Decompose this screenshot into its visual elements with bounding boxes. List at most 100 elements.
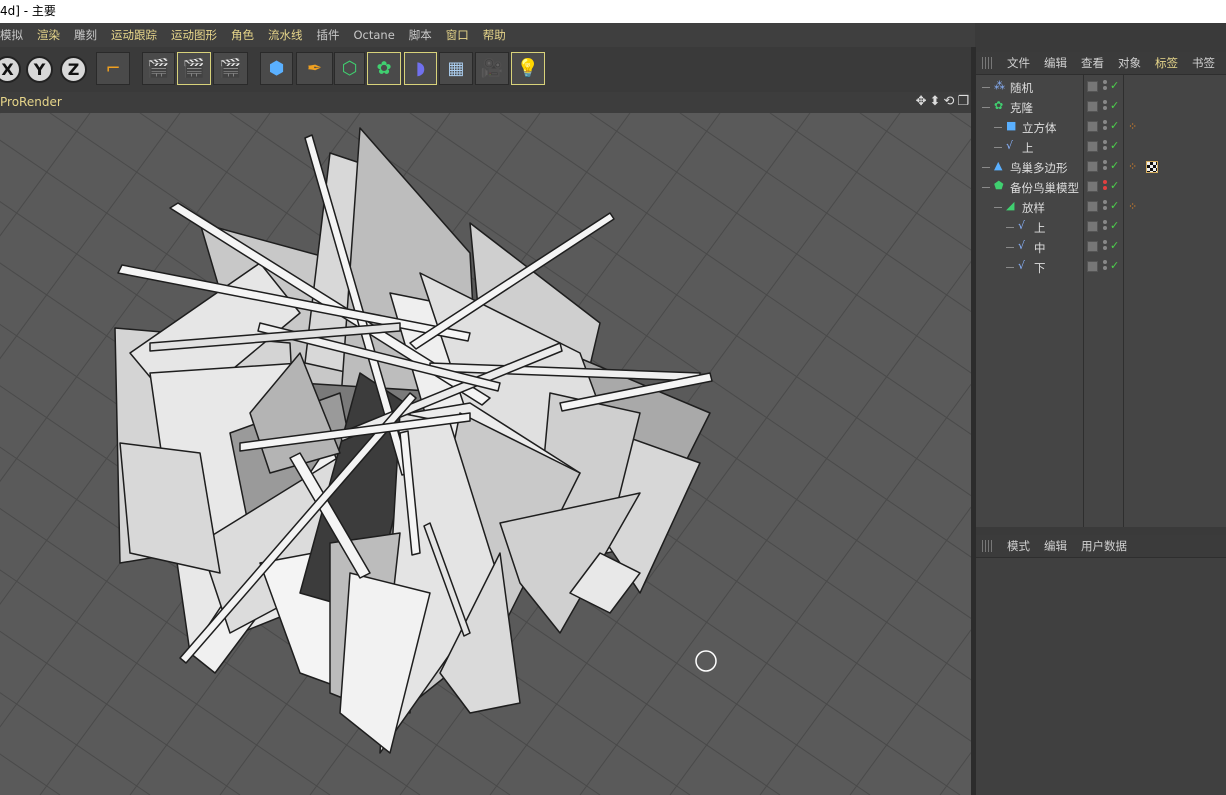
layer-toggle[interactable] — [1087, 201, 1098, 212]
visibility-dots[interactable] — [1103, 160, 1108, 174]
enabled-check-icon[interactable]: ✓ — [1110, 79, 1119, 92]
visibility-dots[interactable] — [1103, 200, 1108, 214]
axis-z-lock-button[interactable]: Z — [60, 56, 87, 83]
object-row[interactable]: ◢ 放样 ✓ ⁘ — [976, 197, 1226, 217]
texture-tag-icon[interactable] — [1146, 161, 1158, 173]
layer-toggle[interactable] — [1087, 161, 1098, 172]
menu-item-8[interactable]: Octane — [347, 28, 402, 42]
object-row[interactable]: ■ 立方体 ✓ ⁘ — [976, 117, 1226, 137]
layer-toggle[interactable] — [1087, 101, 1098, 112]
object-name[interactable]: 上 — [1022, 140, 1034, 156]
main-menu-bar: 模拟 渲染 雕刻 运动跟踪 运动图形 角色 流水线 插件 Octane 脚本 窗口 帮助 — [0, 23, 975, 47]
move-view-icon[interactable]: ✥ — [916, 94, 927, 109]
render-settings-icon[interactable]: 🎬 — [213, 52, 248, 85]
subdivision-icon[interactable]: ⬡ — [334, 52, 365, 85]
menu-item-5[interactable]: 角色 — [224, 27, 261, 43]
visibility-dots[interactable] — [1103, 140, 1108, 154]
menu-item-4[interactable]: 运动图形 — [164, 27, 224, 43]
cloner-icon[interactable]: ✿ — [367, 52, 401, 85]
object-row[interactable]: ⬟ 备份鸟巢模型 ✓ — [976, 177, 1226, 197]
camera-icon[interactable]: 🎥 — [475, 52, 509, 85]
menu-item-10[interactable]: 窗口 — [439, 27, 476, 43]
object-row[interactable]: √ 上 ✓ — [976, 137, 1226, 157]
object-row[interactable]: ▲ 鸟巢多边形 ✓ ⁘ — [976, 157, 1226, 177]
am-tab-0[interactable]: 模式 — [1000, 538, 1037, 554]
layer-toggle[interactable] — [1087, 241, 1098, 252]
object-row[interactable]: √ 中 ✓ — [976, 237, 1226, 257]
om-tab-2[interactable]: 查看 — [1074, 55, 1111, 71]
attribute-manager: 模式 编辑 用户数据 — [976, 535, 1226, 795]
layer-toggle[interactable] — [1087, 121, 1098, 132]
coordinate-system-icon[interactable]: ⌐ — [96, 52, 130, 85]
enabled-check-icon[interactable]: ✓ — [1110, 179, 1119, 192]
layer-toggle[interactable] — [1087, 221, 1098, 232]
menu-item-6[interactable]: 流水线 — [261, 27, 310, 43]
3d-viewport[interactable] — [0, 113, 971, 795]
object-name[interactable]: 放样 — [1022, 200, 1045, 216]
visibility-dots[interactable] — [1103, 180, 1108, 194]
phong-tag-icon[interactable]: ⁘ — [1128, 201, 1140, 213]
object-name[interactable]: 中 — [1034, 240, 1046, 256]
object-name[interactable]: 鸟巢多边形 — [1010, 160, 1068, 176]
visibility-dots[interactable] — [1103, 100, 1108, 114]
object-name[interactable]: 下 — [1034, 260, 1046, 276]
menu-item-2[interactable]: 雕刻 — [67, 27, 104, 43]
enabled-check-icon[interactable]: ✓ — [1110, 99, 1119, 112]
object-name[interactable]: 克隆 — [1010, 100, 1033, 116]
cube-primitive-icon[interactable]: ⬢ — [260, 52, 293, 85]
menu-item-9[interactable]: 脚本 — [402, 27, 439, 43]
enabled-check-icon[interactable]: ✓ — [1110, 199, 1119, 212]
visibility-dots[interactable] — [1103, 220, 1108, 234]
layer-toggle[interactable] — [1087, 261, 1098, 272]
floor-grid-icon[interactable]: ▦ — [439, 52, 473, 85]
viewport-header: ProRender ✥ ⬍ ⟲ ❐ — [0, 92, 971, 113]
zoom-view-icon[interactable]: ⬍ — [930, 94, 941, 109]
object-row[interactable]: ✿ 克隆 ✓ — [976, 97, 1226, 117]
object-name[interactable]: 立方体 — [1022, 120, 1057, 136]
menu-item-1[interactable]: 渲染 — [30, 27, 67, 43]
enabled-check-icon[interactable]: ✓ — [1110, 239, 1119, 252]
enabled-check-icon[interactable]: ✓ — [1110, 139, 1119, 152]
menu-item-11[interactable]: 帮助 — [476, 27, 513, 43]
object-name[interactable]: 备份鸟巢模型 — [1010, 180, 1079, 196]
visibility-dots[interactable] — [1103, 80, 1108, 94]
om-tab-3[interactable]: 对象 — [1111, 55, 1148, 71]
panel-grip-icon[interactable] — [982, 57, 994, 69]
axis-x-lock-button[interactable]: X — [0, 56, 21, 83]
enabled-check-icon[interactable]: ✓ — [1110, 159, 1119, 172]
object-name[interactable]: 随机 — [1010, 80, 1033, 96]
layer-toggle[interactable] — [1087, 141, 1098, 152]
visibility-dots[interactable] — [1103, 120, 1108, 134]
layer-toggle[interactable] — [1087, 81, 1098, 92]
pen-spline-icon[interactable]: ✒ — [296, 52, 333, 85]
layer-toggle[interactable] — [1087, 181, 1098, 192]
menu-item-3[interactable]: 运动跟踪 — [104, 27, 164, 43]
maximize-view-icon[interactable]: ❐ — [957, 94, 969, 109]
visibility-dots[interactable] — [1103, 260, 1108, 274]
enabled-check-icon[interactable]: ✓ — [1110, 119, 1119, 132]
om-tab-1[interactable]: 编辑 — [1037, 55, 1074, 71]
enabled-check-icon[interactable]: ✓ — [1110, 259, 1119, 272]
object-row[interactable]: ⁂ 随机 ✓ — [976, 77, 1226, 97]
menu-item-7[interactable]: 插件 — [310, 27, 347, 43]
rotate-view-icon[interactable]: ⟲ — [943, 94, 954, 109]
visibility-dots[interactable] — [1103, 240, 1108, 254]
light-bulb-icon[interactable]: 💡 — [511, 52, 545, 85]
enabled-check-icon[interactable]: ✓ — [1110, 219, 1119, 232]
om-tab-5[interactable]: 书签 — [1185, 55, 1222, 71]
deformer-icon[interactable]: ◗ — [404, 52, 437, 85]
object-row[interactable]: √ 上 ✓ — [976, 217, 1226, 237]
object-name[interactable]: 上 — [1034, 220, 1046, 236]
render-view-icon[interactable]: 🎬 — [142, 52, 175, 85]
phong-tag-icon[interactable]: ⁘ — [1128, 121, 1140, 133]
am-tab-1[interactable]: 编辑 — [1037, 538, 1074, 554]
axis-y-lock-button[interactable]: Y — [26, 56, 53, 83]
object-row[interactable]: √ 下 ✓ — [976, 257, 1226, 277]
menu-item-0[interactable]: 模拟 — [0, 27, 30, 43]
render-picture-queue-icon[interactable]: 🎬 — [177, 52, 211, 85]
phong-tag-icon[interactable]: ⁘ — [1128, 161, 1140, 173]
om-tab-0[interactable]: 文件 — [1000, 55, 1037, 71]
om-tab-4[interactable]: 标签 — [1148, 55, 1185, 71]
panel-grip-icon[interactable] — [982, 540, 994, 552]
am-tab-2[interactable]: 用户数据 — [1074, 538, 1134, 554]
